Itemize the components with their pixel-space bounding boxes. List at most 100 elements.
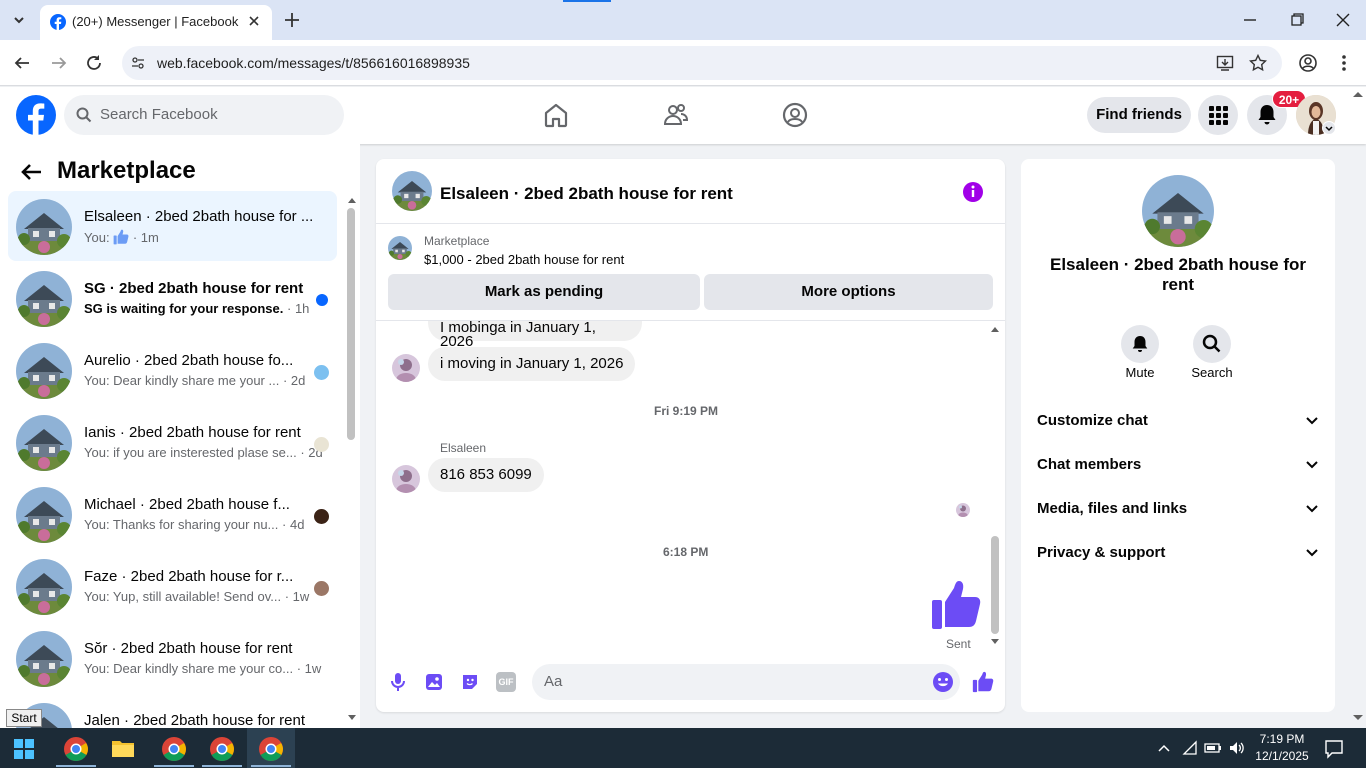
conversation-item[interactable]: Aurelio · 2bed 2bath house fo... You: Dea… — [8, 335, 337, 405]
chat-members-row[interactable]: Chat members — [1037, 456, 1325, 473]
back-arrow-icon[interactable] — [20, 160, 44, 184]
close-window-icon[interactable] — [1335, 12, 1351, 28]
minimize-icon[interactable] — [1242, 12, 1258, 28]
section-label: Chat members — [1037, 456, 1142, 473]
taskbar-clock[interactable]: 7:19 PM 12/1/2025 — [1252, 731, 1312, 765]
back-icon[interactable] — [13, 54, 31, 72]
wifi-icon[interactable] — [1182, 740, 1198, 756]
seen-avatar — [314, 581, 329, 596]
sender-avatar — [392, 465, 420, 493]
account-chevron-icon[interactable] — [1322, 121, 1336, 135]
search-chat-button[interactable] — [1193, 325, 1231, 363]
tab-search-dropdown-icon[interactable] — [9, 10, 29, 30]
thumbs-up-sent-icon[interactable] — [930, 580, 982, 630]
install-app-icon[interactable] — [1216, 54, 1234, 72]
menu-button[interactable] — [1198, 95, 1238, 135]
windows-start-icon[interactable] — [14, 739, 34, 759]
microphone-icon[interactable] — [389, 672, 407, 692]
conversation-name: Aurelio · 2bed 2bath house fo... — [84, 352, 294, 369]
clock-time: 7:19 PM — [1259, 732, 1305, 746]
site-info-icon[interactable] — [130, 55, 146, 71]
volume-icon[interactable] — [1228, 740, 1246, 756]
profile-icon[interactable] — [1298, 53, 1318, 73]
marketplace-title: Marketplace — [57, 157, 196, 184]
url-text[interactable]: web.facebook.com/messages/t/856616016898… — [157, 55, 470, 71]
chevron-down-icon — [1305, 458, 1319, 472]
sticker-icon[interactable] — [460, 672, 480, 692]
photo-icon[interactable] — [424, 672, 444, 692]
restore-icon[interactable] — [1289, 12, 1305, 28]
conversation-preview: You: Yup, still available! Send ov... · … — [84, 589, 309, 604]
chat-scroll-down-icon[interactable] — [990, 638, 1000, 646]
message-input[interactable]: Aa — [532, 664, 960, 700]
message-bubble[interactable]: i moving in January 1, 2026 — [428, 347, 636, 381]
more-options-button[interactable]: More options — [704, 274, 993, 310]
chat-avatar[interactable] — [392, 171, 432, 211]
privacy-support-row[interactable]: Privacy & support — [1037, 544, 1325, 561]
chat-title[interactable]: Elsaleen · 2bed 2bath house for rent — [440, 184, 733, 204]
conversation-item[interactable]: Michael · 2bed 2bath house f... You: Than… — [8, 479, 337, 549]
sender-name: Elsaleen — [440, 441, 487, 455]
running-indicator — [154, 765, 194, 767]
home-nav-icon[interactable] — [543, 102, 569, 128]
new-tab-icon[interactable] — [283, 11, 301, 29]
reload-icon[interactable] — [85, 54, 103, 72]
gif-button[interactable]: GIF — [496, 672, 516, 692]
info-icon[interactable] — [962, 181, 984, 203]
customize-chat-row[interactable]: Customize chat — [1037, 412, 1325, 429]
find-friends-button[interactable]: Find friends — [1087, 97, 1191, 133]
magnifier-icon — [1202, 334, 1221, 353]
start-tooltip: Start — [6, 709, 42, 727]
listing-thumbnail[interactable] — [388, 236, 412, 260]
browser-menu-icon[interactable] — [1335, 53, 1353, 73]
unread-dot — [316, 294, 328, 306]
message-bubble[interactable]: 816 853 6099 — [428, 458, 544, 492]
chevron-down-icon — [1305, 546, 1319, 560]
conversation-item[interactable]: SG · 2bed 2bath house for rent SG is wait… — [8, 263, 337, 333]
chrome-taskbar-icon[interactable] — [161, 736, 187, 762]
conversation-avatar — [16, 559, 72, 615]
conversation-item[interactable]: Ianis · 2bed 2bath house for rent You: if… — [8, 407, 337, 477]
message-bubble[interactable]: I mobinga in January 1, 2026 — [428, 320, 642, 349]
mark-as-pending-button[interactable]: Mark as pending — [388, 274, 700, 310]
chrome-taskbar-icon[interactable] — [258, 736, 284, 762]
forward-icon[interactable] — [50, 54, 68, 72]
close-tab-icon[interactable] — [246, 13, 262, 29]
listing-title[interactable]: $1,000 - 2bed 2bath house for rent — [424, 252, 624, 267]
bookmark-star-icon[interactable] — [1249, 54, 1267, 72]
left-scroll-down-icon[interactable] — [347, 714, 357, 722]
conversation-name: Sŏr · 2bed 2bath house for rent — [84, 640, 293, 657]
chat-scrollbar-thumb[interactable] — [991, 536, 999, 634]
page-scroll-up-icon[interactable] — [1352, 90, 1364, 98]
conversation-item[interactable]: Faze · 2bed 2bath house for r... You: Yup… — [8, 551, 337, 621]
left-scrollbar-thumb[interactable] — [347, 208, 355, 440]
facebook-logo-icon[interactable] — [16, 95, 56, 135]
mute-button[interactable] — [1121, 325, 1159, 363]
groups-nav-icon[interactable] — [782, 102, 808, 128]
preview-time: · 1h — [287, 301, 310, 316]
thumbs-up-send-icon[interactable] — [972, 671, 994, 693]
conversation-item[interactable]: Sŏr · 2bed 2bath house for rent You: Dear… — [8, 623, 337, 693]
file-explorer-icon[interactable] — [111, 737, 135, 759]
preview-text: You: Dear kindly share me your co... — [84, 661, 294, 676]
preview-time: · 1w — [296, 661, 322, 676]
browser-tab[interactable]: (20+) Messenger | Facebook — [40, 5, 272, 40]
chrome-taskbar-icon[interactable] — [63, 736, 89, 762]
conversation-item[interactable]: Elsaleen · 2bed 2bath house for ... You: … — [8, 191, 337, 261]
chrome-taskbar-icon[interactable] — [209, 736, 235, 762]
friends-nav-icon[interactable] — [663, 102, 689, 128]
preview-time: · 2d — [282, 373, 306, 388]
media-files-links-row[interactable]: Media, files and links — [1037, 500, 1325, 517]
search-facebook-input[interactable]: Search Facebook — [64, 95, 344, 135]
left-scroll-up-icon[interactable] — [347, 196, 357, 204]
notification-center-icon[interactable] — [1324, 739, 1344, 759]
chat-scroll-up-icon[interactable] — [990, 325, 1000, 333]
like-icon — [113, 229, 129, 245]
battery-icon[interactable] — [1204, 741, 1222, 755]
conversation-name: Elsaleen · 2bed 2bath house for ... — [84, 208, 314, 225]
tray-chevron-up-icon[interactable] — [1157, 741, 1171, 755]
emoji-icon[interactable] — [932, 671, 954, 693]
page-scroll-down-icon[interactable] — [1352, 714, 1364, 722]
timestamp: 6:18 PM — [663, 545, 709, 559]
profile-photo[interactable] — [1142, 175, 1214, 247]
